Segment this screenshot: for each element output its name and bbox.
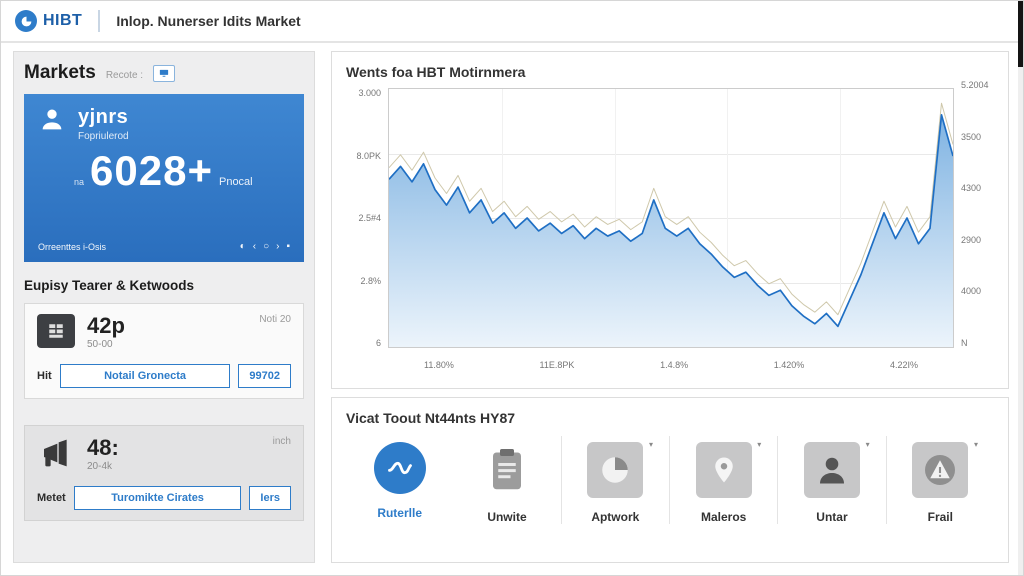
y-tick: 4300: [961, 183, 982, 194]
clipboard-icon: [479, 442, 535, 498]
stat-card-name: yjnrs: [78, 106, 129, 128]
header-divider-line: [98, 10, 101, 32]
area-fill: [389, 114, 953, 347]
monitor-icon[interactable]: [153, 64, 176, 82]
alert-icon: [912, 442, 969, 498]
y-tick: N: [961, 337, 968, 348]
y-tick: 4000: [961, 286, 982, 297]
x-tick: 11.80%: [424, 360, 454, 370]
action-item-ruterlle[interactable]: Ruterlle: [346, 436, 453, 520]
card-note: Noti 20: [259, 314, 291, 325]
menu-icon[interactable]: ▪: [286, 241, 290, 252]
markets-subtitle: Recote :: [105, 70, 144, 81]
scrollbar-thumb[interactable]: [1018, 1, 1023, 67]
y-tick: 2.5#4: [358, 213, 381, 223]
pie-chart-icon: [587, 442, 644, 498]
user-icon: [38, 106, 66, 139]
action-label: Ruterlle: [377, 506, 422, 520]
price-series-svg: [389, 89, 953, 347]
stat-card-subtitle: Fopriulerod: [78, 131, 129, 142]
action-item-unwite[interactable]: Unwite: [453, 436, 560, 524]
equity-card: 42p 50-00 Noti 20 Hit Notail Gronecta 99…: [24, 303, 304, 400]
x-tick: 1.4.8%: [660, 360, 689, 370]
card-value: 42p: [87, 313, 125, 338]
wave-icon: [373, 442, 426, 494]
y-tick: 8.0PK: [356, 150, 381, 161]
notail-gronecta-button[interactable]: Notail Gronecta: [59, 364, 231, 389]
x-axis: 11.80% 11E.8PK 1.4.8% 1.420% 4.22I%: [388, 352, 954, 370]
action-item-untar[interactable]: ▾ Untar: [777, 436, 885, 524]
y-tick: 2900: [961, 234, 982, 245]
chevron-down-icon[interactable]: ▾: [974, 440, 978, 449]
card-subvalue: 20-4k: [87, 461, 113, 473]
action-label: Untar: [816, 510, 848, 524]
y-tick: 6: [375, 338, 381, 348]
x-tick: 11E.8PK: [539, 360, 575, 370]
scrollbar-track[interactable]: [1018, 1, 1023, 575]
action-label: Maleros: [700, 510, 747, 524]
chevron-down-icon[interactable]: ▾: [757, 440, 761, 449]
card-subvalue: 50-00: [87, 339, 113, 351]
area-chart: 3.000 8.0PK 2.5#4 2.8% 6 5.2004 3500 430…: [346, 80, 994, 370]
x-tick: 4.22I%: [889, 360, 918, 370]
card-label: Metet: [37, 492, 66, 505]
actions-title: Vicat Toout Nt44nts HY87: [346, 410, 516, 426]
action-label: Unwite: [487, 510, 527, 524]
chevron-down-icon[interactable]: ▾: [866, 440, 870, 449]
action-label: Aptwork: [591, 510, 640, 524]
markets-sidebar: Markets Recote : yjnrs Fopriulerod na 60…: [13, 51, 315, 563]
x-tick: 1.420%: [773, 360, 805, 370]
actions-row: Ruterlle Unwite ▾ Aptwork ▾ Maleros ▾ Un…: [346, 436, 994, 524]
stat-card-footer-text: Orreenttes i-Osis: [38, 241, 107, 252]
chart-title: Wents foa HBT Motirnmera: [346, 64, 526, 80]
stat-value-prefix: na: [74, 177, 85, 187]
location-pin-icon: [695, 442, 752, 498]
stat-value-suffix: Pnocal: [218, 176, 253, 188]
card-note: inch: [272, 436, 291, 448]
header: HIBT Inlop. Nunerser Idits Market: [1, 1, 1023, 43]
stat-value: 6028+: [90, 147, 213, 194]
chart-panel: Wents foa HBT Motirnmera 3.000 8.0PK 2.5…: [331, 51, 1009, 389]
y-tick: 3500: [961, 131, 982, 142]
dot-icon[interactable]: ○: [263, 241, 269, 252]
y-axis-right: 5.2004 3500 4300 2900 4000 N: [956, 80, 994, 348]
actions-panel: Vicat Toout Nt44nts HY87 Ruterlle Unwite…: [331, 397, 1009, 563]
turomikte-cirates-button[interactable]: Turomikte Cirates: [73, 486, 242, 511]
chevron-down-icon[interactable]: ▾: [649, 440, 653, 449]
card-secondary-button[interactable]: 99702: [238, 364, 291, 389]
card-secondary-button[interactable]: Iers: [249, 486, 291, 511]
page-title: Inlop. Nunerser Idits Market: [116, 13, 301, 29]
y-tick: 3.000: [358, 88, 381, 98]
action-item-aptwork[interactable]: ▾ Aptwork: [560, 436, 669, 524]
markets-stat-card[interactable]: yjnrs Fopriulerod na 6028+ Pnocal Orreen…: [24, 94, 304, 262]
person-icon: [803, 442, 860, 498]
action-item-frail[interactable]: ▾ Frail: [885, 436, 994, 524]
y-tick: 5.2004: [961, 80, 989, 90]
y-tick: 2.8%: [360, 275, 381, 286]
calculator-icon: [37, 314, 75, 348]
card-label: Hit: [37, 370, 52, 383]
markets-title: Markets: [24, 62, 96, 83]
y-axis-left: 3.000 8.0PK 2.5#4 2.8% 6: [346, 88, 386, 348]
logo-text: HIBT: [43, 12, 83, 29]
action-item-maleros[interactable]: ▾ Maleros: [668, 436, 777, 524]
card-value: 48:: [87, 435, 119, 461]
refresh-icon[interactable]: ◐: [240, 241, 246, 252]
app-logo[interactable]: HIBT: [15, 10, 82, 32]
plot-area: [388, 88, 954, 348]
carousel-controls: ◐ ‹ ○ › ▪: [240, 241, 290, 252]
next-icon[interactable]: ›: [276, 241, 279, 252]
logo-icon: [15, 10, 37, 32]
markets-header-row: Markets Recote :: [24, 62, 304, 84]
prev-icon[interactable]: ‹: [253, 241, 256, 252]
sidebar-section-title: Eupisy Tearer & Ketwoods: [24, 278, 195, 293]
metet-card: 48: 20-4k inch Metet Turomikte Cirates I…: [24, 425, 304, 522]
action-label: Frail: [927, 510, 953, 524]
megaphone-icon: [37, 436, 75, 470]
